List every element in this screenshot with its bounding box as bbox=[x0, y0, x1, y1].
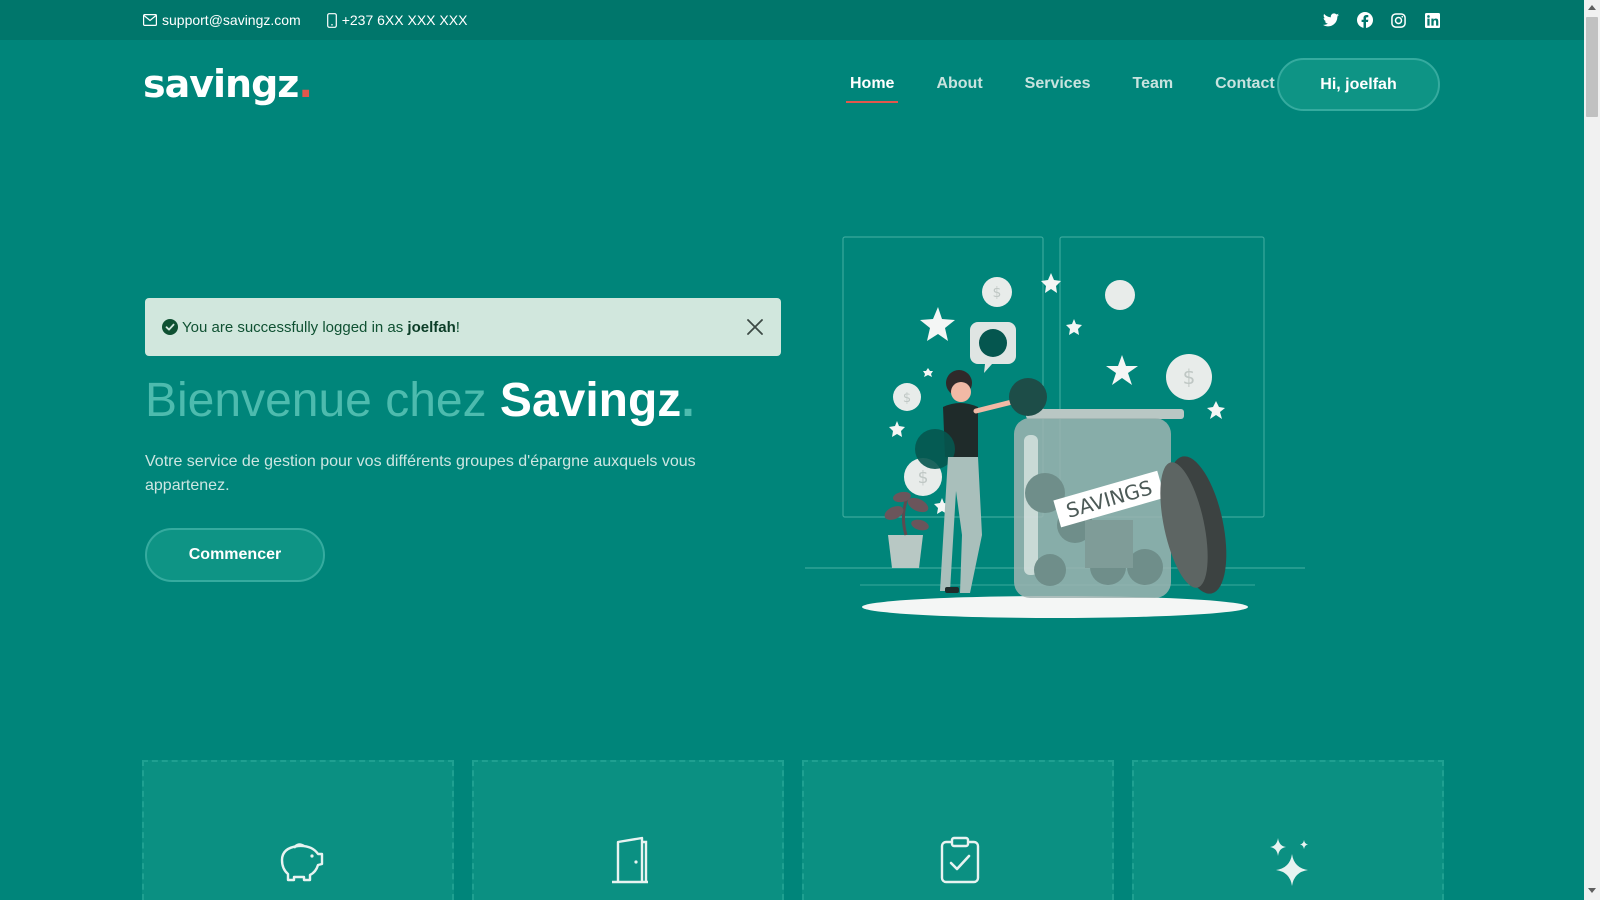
svg-text:$: $ bbox=[1183, 365, 1196, 389]
instagram-icon[interactable] bbox=[1390, 12, 1407, 29]
main-header: savingz. Home About Services Team Contac… bbox=[0, 40, 1584, 130]
top-bar: support@savingz.com +237 6XX XXX XXX bbox=[0, 0, 1584, 40]
clipboard-check-icon bbox=[940, 836, 980, 884]
page-scrollbar[interactable] bbox=[1584, 0, 1600, 900]
social-links bbox=[1322, 0, 1441, 40]
alert-username: joelfah bbox=[407, 318, 456, 336]
hero-description: Votre service de gestion pour vos différ… bbox=[145, 453, 696, 494]
close-icon[interactable] bbox=[745, 317, 765, 337]
nav-about[interactable]: About bbox=[932, 69, 986, 99]
hero-title-brand: Savingz bbox=[499, 374, 682, 427]
nav-contact[interactable]: Contact bbox=[1211, 69, 1279, 99]
phone-icon bbox=[326, 12, 337, 28]
savings-jar-illustration: $ $ $ $ SAVINGS bbox=[805, 236, 1305, 618]
brand-logo[interactable]: savingz. bbox=[143, 62, 313, 106]
facebook-icon[interactable] bbox=[1356, 12, 1373, 29]
linkedin-icon[interactable] bbox=[1424, 12, 1441, 29]
twitter-icon[interactable] bbox=[1322, 12, 1339, 29]
feature-card[interactable] bbox=[472, 760, 784, 900]
alert-prefix: You are successfully logged in as bbox=[182, 318, 408, 336]
phone-text: +237 6XX XXX XXX bbox=[341, 12, 468, 28]
get-started-button[interactable]: Commencer bbox=[145, 528, 325, 582]
alert-message: You are successfully logged in as joelfa… bbox=[182, 319, 460, 336]
logo-dot: . bbox=[298, 62, 312, 106]
hero-title-light: Bienvenue chez bbox=[145, 374, 500, 427]
svg-text:$: $ bbox=[918, 468, 929, 488]
nav-home[interactable]: Home bbox=[846, 69, 899, 103]
phone-contact[interactable]: +237 6XX XXX XXX bbox=[326, 12, 468, 28]
user-menu-button[interactable]: Hi, joelfah bbox=[1277, 58, 1440, 111]
hero-title: Bienvenue chez Savingz. bbox=[145, 372, 695, 430]
nav-services[interactable]: Services bbox=[1021, 69, 1095, 99]
scroll-thumb[interactable] bbox=[1586, 17, 1598, 117]
main-nav: Home About Services Team Contact bbox=[846, 57, 1313, 111]
contact-info: support@savingz.com +237 6XX XXX XXX bbox=[143, 0, 467, 40]
feature-card[interactable] bbox=[1132, 760, 1444, 900]
hero-title-dot: . bbox=[681, 374, 695, 427]
scroll-up-icon[interactable] bbox=[1588, 5, 1596, 10]
piggy-bank-icon bbox=[280, 843, 324, 882]
nav-team[interactable]: Team bbox=[1129, 69, 1178, 99]
feature-card[interactable] bbox=[802, 760, 1114, 900]
feature-cards bbox=[142, 760, 1444, 900]
door-icon bbox=[612, 836, 648, 884]
check-circle-icon bbox=[162, 319, 178, 335]
email-contact[interactable]: support@savingz.com bbox=[143, 12, 301, 28]
sparkles-icon bbox=[1270, 838, 1308, 886]
alert-suffix: ! bbox=[455, 318, 460, 336]
scroll-down-icon[interactable] bbox=[1588, 888, 1596, 893]
svg-text:$: $ bbox=[903, 391, 911, 406]
logo-text: savingz bbox=[143, 62, 299, 106]
login-success-alert: You are successfully logged in as joelfa… bbox=[145, 298, 781, 356]
envelope-icon bbox=[143, 14, 157, 26]
email-text: support@savingz.com bbox=[162, 12, 301, 28]
feature-card[interactable] bbox=[142, 760, 454, 900]
svg-text:$: $ bbox=[993, 285, 1002, 301]
